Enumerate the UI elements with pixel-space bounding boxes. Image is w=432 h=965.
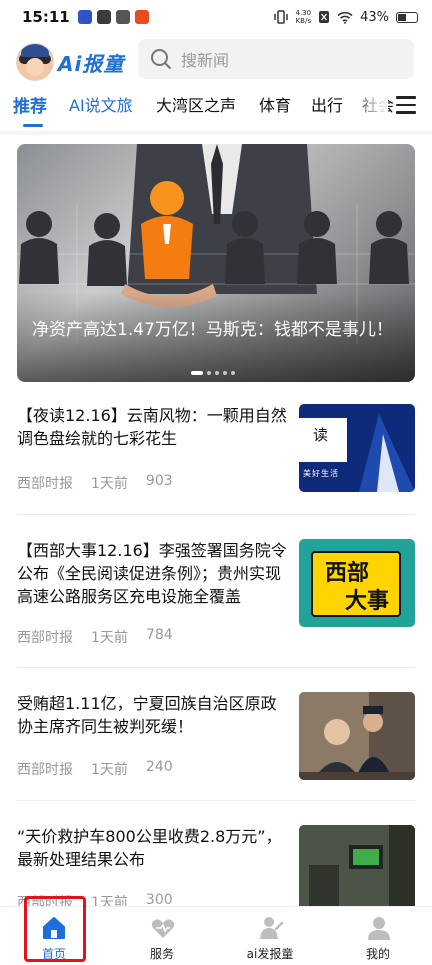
news-item[interactable]: 【夜读12.16】云南风物：一颗用自然调色盘绘就的七彩花生 西部时报 1天前 9… (17, 404, 415, 504)
vibrate-icon (273, 10, 288, 24)
divider (17, 800, 415, 801)
banner-caption: 净资产高达1.47万亿！马斯克：钱都不是事儿！ (32, 320, 393, 340)
carousel-dot (207, 371, 211, 375)
carousel-dot (223, 371, 227, 375)
news-title: 【夜读12.16】云南风物：一颗用自然调色盘绘就的七彩花生 (17, 406, 287, 448)
divider (0, 131, 432, 135)
news-thumbnail (299, 825, 415, 913)
service-icon (151, 919, 175, 938)
bottom-nav: 首页 服务 ai发报童 我的 (0, 906, 432, 965)
divider (17, 667, 415, 668)
nav-service-label: 服务 (149, 947, 174, 961)
news-time: 1天前 (91, 762, 128, 778)
news-title: “天价救护车800公里收费2.8万元”，最新处理结果公布 (17, 827, 282, 869)
home-icon (43, 917, 65, 939)
news-thumbnail: 西部 大事 (299, 539, 415, 627)
tab-ai-culture-travel[interactable]: AI说文旅 (69, 92, 133, 116)
nav-profile-label: 我的 (365, 947, 390, 961)
nav-profile[interactable]: 我的 (324, 907, 432, 965)
news-source: 西部时报 (17, 762, 73, 778)
news-item[interactable]: 【西部大事12.16】李强签署国务院令公布《全民阅读促进条例》；贵州实现高速公路… (17, 539, 415, 649)
app-logo: Ai报童 (16, 40, 138, 84)
news-item[interactable]: “天价救护车800公里收费2.8万元”，最新处理结果公布 西部时报 1天前 30… (17, 825, 415, 915)
app-notification-icon (134, 10, 149, 24)
thumb-line-2: 大事 (345, 589, 390, 614)
battery-percent: 43% (360, 9, 389, 25)
net-speed-unit: KB/s (295, 17, 311, 25)
carousel-dot (231, 371, 235, 375)
news-time: 1天前 (91, 476, 128, 492)
tab-sports[interactable]: 体育 (259, 92, 291, 116)
news-source: 西部时报 (17, 630, 73, 646)
ai-publish-icon (260, 917, 284, 939)
logo-mascot-icon (16, 43, 54, 81)
menu-icon[interactable] (396, 96, 416, 114)
banner-carousel[interactable]: 净资产高达1.47万亿！马斯克：钱都不是事儿！ (17, 144, 415, 382)
nav-home[interactable]: 首页 (0, 907, 108, 965)
net-speed-value: 4.30 (295, 9, 312, 17)
search-input[interactable]: 搜新闻 (138, 39, 414, 79)
tab-greater-bay-area[interactable]: 大湾区之声 (156, 92, 236, 116)
thumb-subtext: 美好生活 (303, 469, 339, 478)
profile-icon (368, 917, 390, 940)
net-speed: 4.30 KB/s (296, 9, 312, 25)
tab-travel[interactable]: 出行 (311, 92, 343, 116)
app-notification-icon (115, 10, 130, 24)
news-time: 1天前 (91, 630, 128, 646)
news-views: 240 (145, 759, 173, 775)
header: Ai报童 搜新闻 (0, 38, 432, 84)
carousel-dot (191, 371, 203, 375)
notification-icons (77, 10, 149, 24)
news-item[interactable]: 受贿超1.11亿，宁夏回族自治区原政协主席齐同生被判死缓！ 西部时报 1天前 2… (17, 692, 415, 782)
news-title: 受贿超1.11亿，宁夏回族自治区原政协主席齐同生被判死缓！ (17, 694, 277, 736)
carousel-indicator (191, 371, 235, 375)
news-meta: 西部时报 1天前 240 (17, 759, 173, 779)
app-notification-icon (96, 10, 111, 24)
nav-home-label: 首页 (41, 947, 66, 961)
sim-off-icon (319, 11, 330, 23)
nav-ai-publish-label: ai发报童 (246, 947, 294, 961)
search-placeholder: 搜新闻 (181, 51, 230, 70)
search-icon (151, 49, 171, 69)
news-title: 【西部大事12.16】李强签署国务院令公布《全民阅读促进条例》；贵州实现高速公路… (17, 541, 287, 606)
carousel-dot (215, 371, 219, 375)
active-tab-indicator (23, 124, 43, 127)
app-notification-icon (77, 10, 92, 24)
tab-fade (348, 88, 388, 130)
news-views: 903 (145, 473, 173, 489)
logo-text: Ai报童 (58, 51, 125, 76)
news-source: 西部时报 (17, 476, 73, 492)
news-thumbnail (299, 692, 415, 780)
status-time: 15:11 (22, 8, 70, 26)
nav-service[interactable]: 服务 (108, 907, 216, 965)
divider (17, 514, 415, 515)
news-meta: 西部时报 1天前 784 (17, 627, 173, 647)
wifi-icon (337, 11, 353, 24)
news-meta: 西部时报 1天前 903 (17, 473, 173, 493)
status-bar: 15:11 4.30 KB/s 43% (0, 0, 432, 34)
news-thumbnail: 读 美好生活 (299, 404, 415, 492)
tab-recommend[interactable]: 推荐 (13, 92, 47, 117)
battery-icon (396, 11, 418, 23)
channel-tabs: 推荐 AI说文旅 大湾区之声 体育 出行 社会 (0, 88, 432, 130)
news-views: 784 (145, 627, 173, 643)
thumb-text: 读 (313, 426, 329, 444)
nav-ai-publish[interactable]: ai发报童 (216, 907, 324, 965)
